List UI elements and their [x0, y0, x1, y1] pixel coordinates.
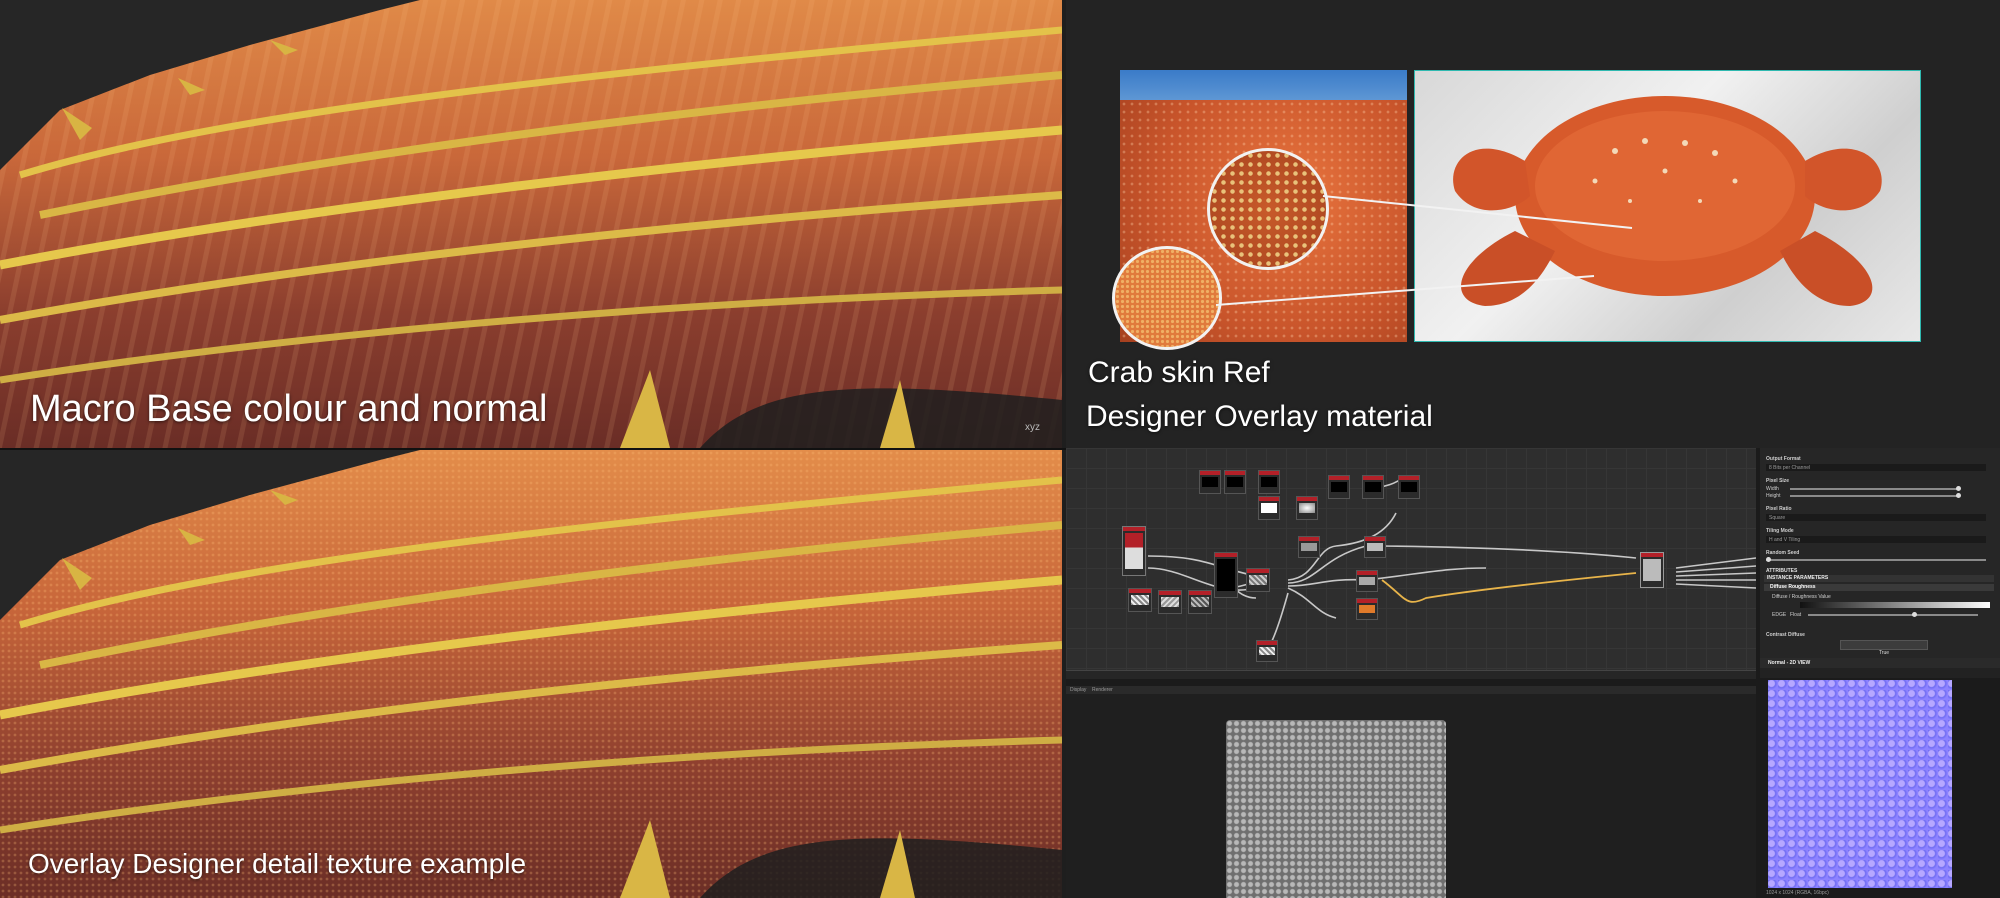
tab-display[interactable]: Display	[1070, 687, 1086, 693]
graph-node[interactable]	[1364, 536, 1386, 558]
view-2d-status: 1024 x 1024 (RGBA, 16bpc)	[1766, 890, 1829, 896]
svg-text:xyz: xyz	[1025, 422, 1040, 433]
graph-node[interactable]	[1246, 568, 1270, 592]
pixel-size-label: Pixel Size	[1766, 478, 1790, 484]
graph-node[interactable]	[1199, 470, 1221, 494]
graph-node[interactable]	[1298, 536, 1320, 558]
tiled-cube	[1226, 720, 1446, 898]
fin-render-bottom	[0, 450, 1062, 898]
tiling-mode-select[interactable]: H and V Tiling	[1766, 536, 1986, 543]
graph-node[interactable]	[1158, 590, 1182, 614]
random-seed-label: Random Seed	[1766, 550, 1800, 556]
view-3d[interactable]	[1066, 694, 1756, 898]
view-2d-title: Normal - 2D VIEW	[1768, 660, 1811, 666]
designer-ui: Display Renderer Output Format 8 Bits pe…	[1066, 448, 2000, 898]
panel-divider	[0, 448, 1066, 450]
width-slider[interactable]	[1790, 488, 1960, 490]
crab-ref-caption: Crab skin Ref	[1088, 356, 1270, 389]
pixel-ratio-select[interactable]: Square	[1766, 514, 1986, 521]
random-seed-knob[interactable]	[1766, 557, 1771, 562]
float-label: Float	[1790, 612, 1802, 618]
macro-caption: Macro Base colour and normal	[30, 388, 548, 430]
graph-node[interactable]	[1128, 588, 1152, 612]
graph-node[interactable]	[1356, 570, 1378, 592]
view-2d-toolbar	[1760, 668, 2000, 678]
designer-overlay-caption: Designer Overlay material	[1086, 400, 1433, 433]
normal-map-preview[interactable]	[1768, 680, 1952, 888]
graph-node[interactable]	[1362, 475, 1384, 499]
tiling-mode-label: Tiling Mode	[1766, 528, 1794, 534]
height-slider[interactable]	[1790, 495, 1960, 497]
attributes-header[interactable]: ATTRIBUTES	[1766, 568, 1797, 574]
view-2d-header: Normal - 2D VIEW	[1760, 658, 2000, 668]
graph-node[interactable]	[1296, 496, 1318, 520]
graph-node[interactable]	[1398, 475, 1420, 499]
true-button[interactable]: True	[1840, 640, 1928, 656]
graph-node[interactable]	[1328, 475, 1350, 499]
float-slider-knob[interactable]	[1912, 612, 1917, 617]
float-slider[interactable]	[1808, 614, 1978, 616]
macro-render-panel: xyz Macro Base colour and normal	[0, 0, 1062, 448]
graph-node[interactable]	[1224, 470, 1246, 494]
gradient-bar[interactable]	[1800, 602, 1990, 608]
properties-panel: Output Format 8 Bits per Channel Pixel S…	[1760, 448, 2000, 658]
detail-render-panel: Overlay Designer detail texture example	[0, 450, 1062, 898]
graph-node[interactable]	[1188, 590, 1212, 614]
graph-node[interactable]	[1356, 598, 1378, 620]
width-label: Width	[1766, 486, 1779, 492]
output-node[interactable]	[1640, 552, 1664, 588]
graph-node[interactable]	[1122, 526, 1146, 576]
reference-panel: Crab skin Ref Designer Overlay material	[1066, 0, 2000, 448]
graph-node[interactable]	[1256, 640, 1278, 662]
tab-bar	[1066, 670, 1756, 679]
width-slider-knob[interactable]	[1956, 486, 1961, 491]
diffuse-roughness-value-label: Diffuse / Roughness Value	[1772, 594, 1831, 600]
output-format-label: Output Format	[1766, 456, 1801, 462]
random-seed-slider[interactable]	[1766, 559, 1986, 561]
contrast-diffuse-label: Contrast Diffuse	[1766, 632, 1805, 638]
fin-render-top: xyz	[0, 0, 1062, 448]
edge-label: EDGE	[1772, 612, 1787, 618]
graph-node[interactable]	[1258, 496, 1280, 520]
tab-renderer[interactable]: Renderer	[1092, 687, 1113, 693]
graph-view[interactable]	[1066, 448, 1756, 670]
height-label: Height	[1766, 493, 1781, 499]
output-format-select[interactable]: 8 Bits per Channel	[1766, 464, 1986, 471]
pixel-ratio-label: Pixel Ratio	[1766, 506, 1792, 512]
height-slider-knob[interactable]	[1956, 493, 1961, 498]
graph-node[interactable]	[1214, 552, 1238, 598]
graph-node[interactable]	[1258, 470, 1280, 494]
diffuse-roughness-bar[interactable]: Diffuse Roughness	[1764, 584, 1994, 591]
instance-params-bar[interactable]: INSTANCE PARAMETERS	[1764, 575, 1994, 582]
detail-caption: Overlay Designer detail texture example	[28, 848, 527, 879]
